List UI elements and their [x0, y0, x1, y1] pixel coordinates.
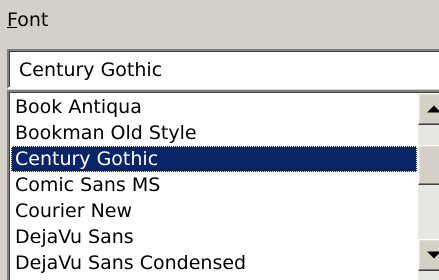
list-item[interactable]: DejaVu Sans — [11, 224, 417, 250]
list-item[interactable]: DejaVu Sans Condensed — [11, 250, 417, 276]
list-item[interactable]: Book Antiqua — [11, 94, 417, 120]
down-arrow-icon — [427, 252, 439, 259]
up-arrow-icon — [427, 106, 439, 113]
font-name-input-value: Century Gothic — [19, 59, 162, 81]
font-label-accelerator: F — [7, 9, 17, 31]
list-item[interactable]: Bookman Old Style — [11, 120, 417, 146]
list-item[interactable]: Courier New — [11, 198, 417, 224]
font-label-text: ont — [17, 9, 48, 31]
scrollbar-thumb[interactable] — [418, 145, 439, 185]
scroll-down-button[interactable] — [418, 239, 439, 271]
font-list-items: Book Antiqua Bookman Old Style Century G… — [11, 94, 417, 276]
font-name-input[interactable]: Century Gothic — [7, 49, 439, 89]
list-item-selected[interactable]: Century Gothic — [11, 146, 417, 172]
list-item[interactable]: Comic Sans MS — [11, 172, 417, 198]
vertical-scrollbar[interactable] — [418, 93, 439, 280]
font-listbox[interactable]: Book Antiqua Bookman Old Style Century G… — [7, 90, 439, 280]
font-label: Font — [7, 8, 48, 32]
scroll-up-button[interactable] — [418, 93, 439, 125]
